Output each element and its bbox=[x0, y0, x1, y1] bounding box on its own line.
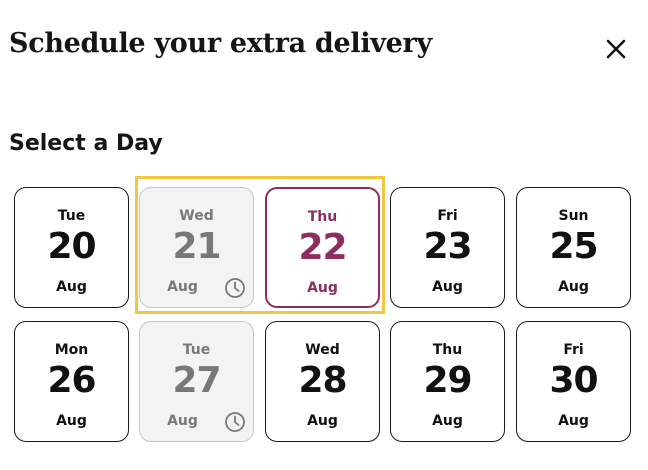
day-of-week: Sun bbox=[558, 208, 589, 224]
day-number: 28 bbox=[298, 360, 347, 401]
close-icon bbox=[606, 39, 626, 59]
day-number: 29 bbox=[423, 360, 472, 401]
day-of-week: Fri bbox=[563, 342, 584, 358]
day-number: 20 bbox=[47, 226, 96, 267]
close-button[interactable] bbox=[600, 33, 632, 65]
day-month: Aug bbox=[307, 280, 338, 296]
day-month: Aug bbox=[56, 413, 87, 429]
day-card-mon-26[interactable]: Mon 26 Aug bbox=[14, 321, 129, 442]
day-of-week: Tue bbox=[182, 342, 211, 358]
day-card-fri-23[interactable]: Fri 23 Aug bbox=[390, 187, 505, 308]
day-card-thu-22[interactable]: Thu 22 Aug bbox=[265, 187, 380, 308]
day-of-week: Thu bbox=[432, 342, 463, 358]
day-number: 22 bbox=[298, 227, 347, 268]
clock-icon bbox=[225, 278, 245, 298]
day-of-week: Wed bbox=[179, 208, 214, 224]
day-month: Aug bbox=[558, 279, 589, 295]
day-of-week: Tue bbox=[57, 208, 86, 224]
day-month: Aug bbox=[56, 279, 87, 295]
day-number: 27 bbox=[172, 360, 221, 401]
day-card-tue-20[interactable]: Tue 20 Aug bbox=[14, 187, 129, 308]
day-card-sun-25[interactable]: Sun 25 Aug bbox=[516, 187, 631, 308]
clock-icon bbox=[225, 412, 245, 432]
day-card-fri-30[interactable]: Fri 30 Aug bbox=[516, 321, 631, 442]
day-number: 25 bbox=[549, 226, 598, 267]
day-of-week: Thu bbox=[307, 209, 338, 225]
day-of-week: Mon bbox=[54, 342, 89, 358]
day-month: Aug bbox=[558, 413, 589, 429]
day-month: Aug bbox=[432, 279, 463, 295]
day-month: Aug bbox=[432, 413, 463, 429]
day-number: 21 bbox=[172, 226, 221, 267]
day-of-week: Fri bbox=[437, 208, 458, 224]
day-card-wed-21[interactable]: Wed 21 Aug bbox=[139, 187, 254, 308]
dialog-title: Schedule your extra delivery bbox=[9, 28, 432, 59]
day-card-tue-27[interactable]: Tue 27 Aug bbox=[139, 321, 254, 442]
section-label: Select a Day bbox=[9, 131, 163, 156]
day-of-week: Wed bbox=[305, 342, 340, 358]
day-number: 26 bbox=[47, 360, 96, 401]
day-month: Aug bbox=[307, 413, 338, 429]
day-number: 30 bbox=[549, 360, 598, 401]
day-card-thu-29[interactable]: Thu 29 Aug bbox=[390, 321, 505, 442]
day-card-wed-28[interactable]: Wed 28 Aug bbox=[265, 321, 380, 442]
day-number: 23 bbox=[423, 226, 472, 267]
